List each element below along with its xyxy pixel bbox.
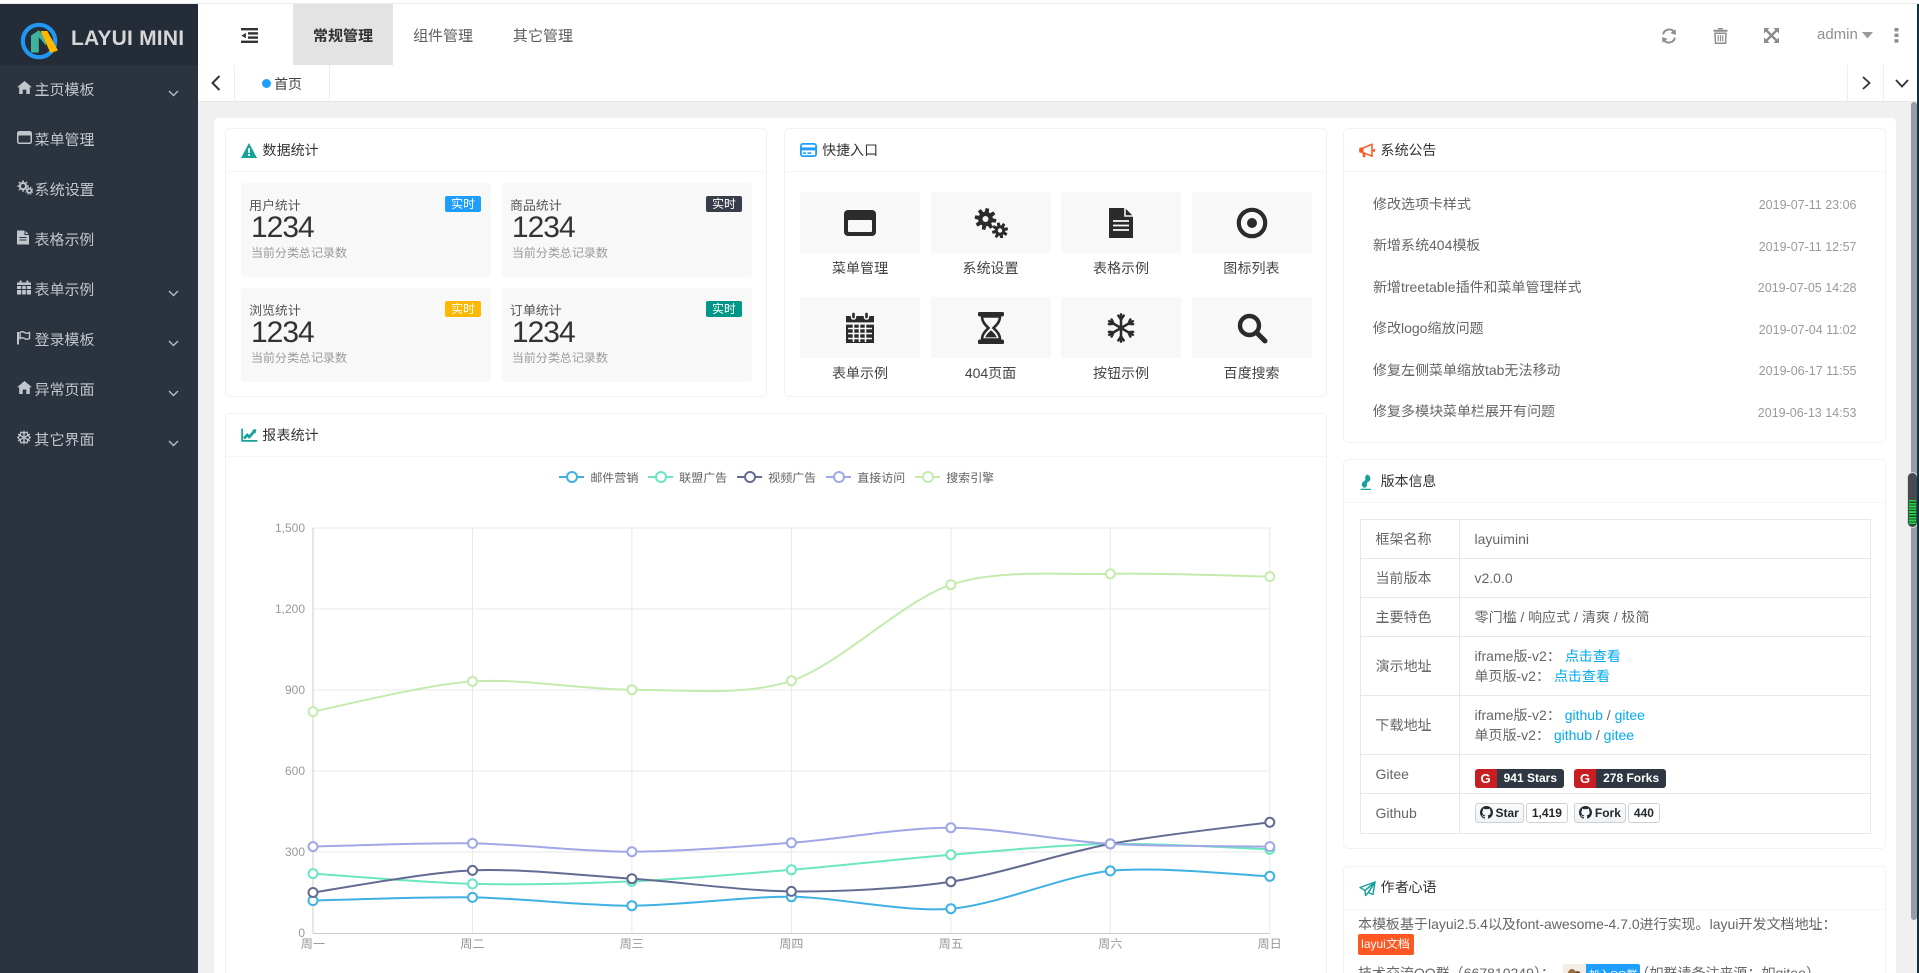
svg-text:1,200: 1,200 <box>274 602 304 616</box>
svg-text:周二: 周二 <box>460 937 484 951</box>
svg-text:周四: 周四 <box>779 937 803 951</box>
svg-text:600: 600 <box>284 764 304 778</box>
svg-text:1,500: 1,500 <box>274 521 304 535</box>
svg-text:周三: 周三 <box>619 937 643 951</box>
svg-text:周六: 周六 <box>1098 937 1122 951</box>
svg-text:周日: 周日 <box>1257 937 1281 951</box>
svg-text:周五: 周五 <box>938 937 962 951</box>
svg-text:周一: 周一 <box>300 937 324 951</box>
svg-text:900: 900 <box>284 683 304 697</box>
svg-text:300: 300 <box>284 845 304 859</box>
